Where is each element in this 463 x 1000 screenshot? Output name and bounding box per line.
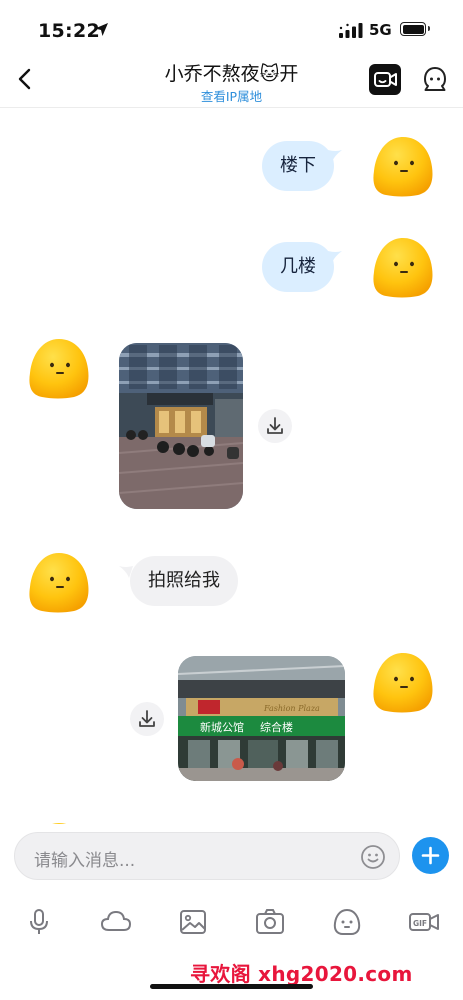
status-bar: 15:22 5G (0, 0, 463, 54)
download-button[interactable] (258, 409, 292, 443)
video-call-icon[interactable] (369, 64, 401, 95)
home-indicator (150, 984, 313, 989)
emoji-icon[interactable] (360, 844, 386, 870)
message-input-placeholder: 请输入消息... (34, 851, 136, 871)
svg-text:GIF: GIF (413, 919, 427, 928)
cloud-icon[interactable] (100, 906, 132, 938)
download-icon (130, 702, 164, 736)
chat-header: 小乔不熬夜🐱开 查看IP属地 (0, 54, 463, 108)
composer-bar: 请输入消息... (0, 824, 463, 890)
download-button[interactable] (130, 702, 164, 736)
location-arrow-icon (95, 23, 108, 36)
image-icon[interactable] (177, 906, 209, 938)
my-avatar[interactable] (370, 134, 436, 198)
street-photo-image[interactable] (119, 343, 243, 509)
storefront-sign-script: Fashion Plaza (263, 704, 320, 713)
storefront-photo-image[interactable]: 新城公馆 综合楼 Fashion Plaza (178, 656, 345, 781)
outgoing-text-bubble[interactable]: 几楼 (262, 242, 334, 292)
bottom-toolbar: GIF (0, 890, 463, 954)
plus-button[interactable] (412, 837, 449, 874)
download-icon (258, 409, 292, 443)
watermark: 寻欢阁 xhg2020.com (190, 962, 413, 986)
incoming-text-bubble[interactable]: 拍照给我 (130, 556, 238, 606)
outgoing-text-bubble[interactable]: 楼下 (262, 141, 334, 191)
bubble-tail (328, 251, 342, 263)
signal-icon (339, 23, 363, 38)
contact-avatar[interactable] (26, 550, 92, 614)
plus-icon (421, 846, 440, 865)
camera-icon[interactable] (254, 906, 286, 938)
message-input[interactable]: 请输入消息... (14, 832, 400, 880)
storefront-sign-banner: 新城公馆 (200, 720, 244, 734)
profile-icon[interactable] (420, 64, 450, 94)
contact-avatar[interactable] (26, 336, 92, 400)
bubble-tail (328, 150, 342, 162)
my-avatar[interactable] (370, 650, 436, 714)
message-list[interactable]: 楼下 几楼 拍照给我 新城公馆 综合楼 Fashion Plaza (0, 108, 463, 824)
microphone-icon[interactable] (23, 906, 55, 938)
sticker-icon[interactable] (331, 906, 363, 938)
storefront-sign-text: 综合楼 (260, 720, 293, 734)
my-avatar[interactable] (370, 235, 436, 299)
status-time: 15:22 (38, 20, 100, 42)
network-label: 5G (369, 21, 392, 39)
gif-icon[interactable]: GIF (408, 906, 440, 938)
battery-icon (400, 22, 430, 36)
